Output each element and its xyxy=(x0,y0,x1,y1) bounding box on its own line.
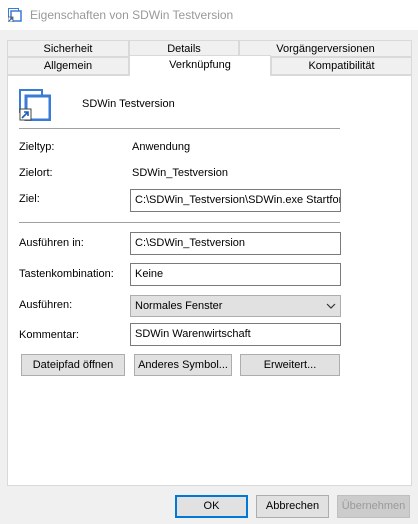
tab-allgemein[interactable]: Allgemein xyxy=(7,57,129,75)
advanced-button[interactable]: Erweitert... xyxy=(240,354,340,376)
ziel-input[interactable]: C:\SDWin_Testversion\SDWin.exe Startform xyxy=(130,189,341,212)
ausfuehren-selected-value: Normales Fenster xyxy=(135,300,223,312)
tastenkombination-input[interactable]: Keine xyxy=(130,263,341,286)
shortcut-app-icon xyxy=(8,8,22,22)
window-title: Eigenschaften von SDWin Testversion xyxy=(30,8,234,22)
kommentar-input[interactable]: SDWin Warenwirtschaft xyxy=(130,323,341,346)
ausfuehren-select[interactable]: Normales Fenster xyxy=(130,295,341,317)
tab-sicherheit[interactable]: Sicherheit xyxy=(7,40,129,57)
tab-verknuepfung[interactable]: Verknüpfung xyxy=(129,55,271,76)
chevron-down-icon xyxy=(326,303,336,309)
ok-button[interactable]: OK xyxy=(175,495,248,518)
tab-kompatibilitaet[interactable]: Kompatibilität xyxy=(271,57,412,75)
apply-button[interactable]: Übernehmen xyxy=(337,495,410,518)
change-icon-button[interactable]: Anderes Symbol... xyxy=(134,354,232,376)
open-file-path-button[interactable]: Dateipfad öffnen xyxy=(21,354,125,376)
ausfuehren-in-input[interactable]: C:\SDWin_Testversion xyxy=(130,232,341,255)
title-bar: Eigenschaften von SDWin Testversion xyxy=(0,0,418,30)
cancel-button[interactable]: Abbrechen xyxy=(256,495,329,518)
